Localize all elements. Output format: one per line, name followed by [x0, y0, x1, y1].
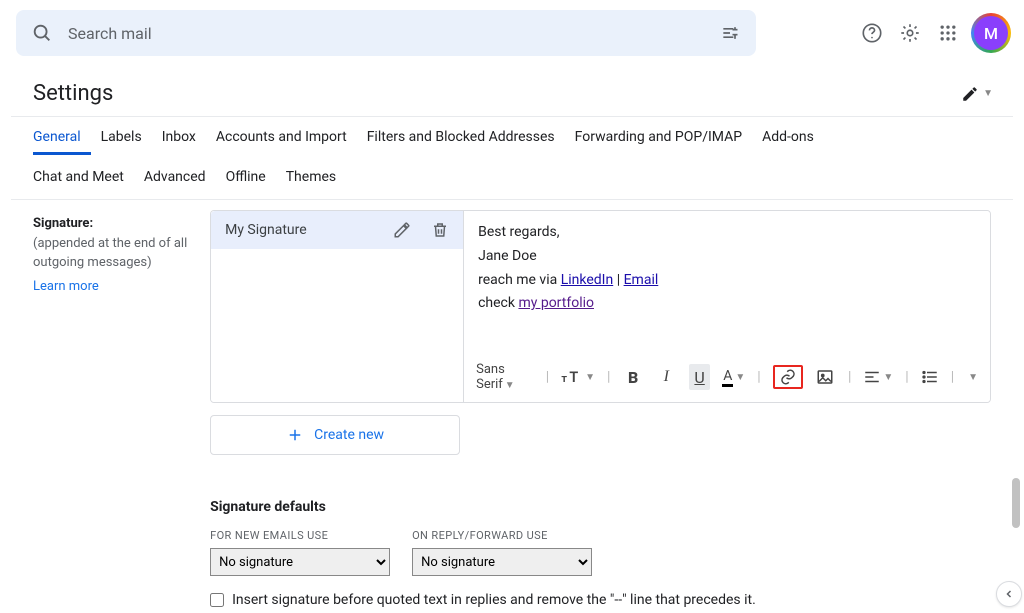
underline-button[interactable]: U — [689, 364, 710, 390]
create-new-label: Create new — [314, 427, 384, 443]
editor-toolbar: Sans Serif▼ | тT▼ | B I U A▼ | — [464, 356, 990, 402]
tab-forwarding-pop-imap[interactable]: Forwarding and POP/IMAP — [565, 117, 752, 155]
signature-right-column: My Signature Best regards, — [210, 210, 991, 608]
email-link[interactable]: Email — [624, 272, 659, 288]
avatar-letter: M — [975, 17, 1007, 49]
signature-section: Signature: (appended at the end of all o… — [11, 200, 1013, 608]
list-button[interactable] — [921, 364, 939, 390]
tab-addons[interactable]: Add-ons — [752, 117, 824, 155]
signature-editor-body[interactable]: Best regards, Jane Doe reach me via Link… — [464, 211, 990, 356]
settings-card: Settings ▼ General Labels Inbox Accounts… — [10, 70, 1014, 609]
tab-chat-meet[interactable]: Chat and Meet — [33, 157, 134, 195]
settings-header: Settings ▼ — [11, 71, 1013, 110]
signature-line-4: check my portfolio — [478, 292, 976, 316]
search-options-icon[interactable] — [718, 21, 742, 45]
signature-list-item[interactable]: My Signature — [211, 211, 463, 249]
link-separator: | — [613, 272, 623, 288]
tab-offline[interactable]: Offline — [216, 157, 276, 195]
scrollbar-thumb[interactable] — [1012, 478, 1020, 528]
insert-before-quoted-label: Insert signature before quoted text in r… — [232, 592, 756, 608]
bold-button[interactable]: B — [622, 364, 643, 390]
defaults-reply-forward: ON REPLY/FORWARD USE No signature — [412, 529, 592, 576]
account-avatar[interactable]: M — [974, 16, 1008, 50]
font-family-select[interactable]: Sans Serif▼ — [476, 362, 534, 392]
insert-before-quoted-checkbox[interactable] — [210, 593, 224, 607]
signature-left-column: Signature: (appended at the end of all o… — [33, 210, 210, 608]
defaults-reply-label: ON REPLY/FORWARD USE — [412, 529, 592, 542]
signature-description: (appended at the end of all outgoing mes… — [33, 235, 210, 273]
help-icon[interactable] — [860, 21, 884, 45]
svg-text:T: T — [570, 369, 579, 385]
tab-filters-blocked[interactable]: Filters and Blocked Addresses — [357, 117, 565, 155]
signature-editor: Best regards, Jane Doe reach me via Link… — [463, 211, 990, 402]
insert-link-button-highlighted[interactable] — [773, 365, 803, 389]
tab-themes[interactable]: Themes — [276, 157, 346, 195]
signature-editor-area: My Signature Best regards, — [210, 210, 991, 403]
portfolio-link[interactable]: my portfolio — [518, 295, 594, 311]
trash-icon[interactable] — [431, 221, 449, 239]
side-panel-expand-button[interactable] — [996, 581, 1022, 607]
more-formatting-icon[interactable]: ▼ — [968, 372, 978, 383]
italic-button[interactable]: I — [656, 364, 677, 390]
signature-list: My Signature — [211, 211, 463, 402]
chevron-down-icon: ▼ — [983, 88, 993, 99]
signature-line-3: reach me via LinkedIn | Email — [478, 269, 976, 293]
page-title: Settings — [33, 81, 113, 106]
signature-line-2: Jane Doe — [478, 245, 976, 269]
linkedin-link[interactable]: LinkedIn — [561, 272, 614, 288]
settings-tabs-row2: Chat and Meet Advanced Offline Themes — [11, 155, 1013, 199]
insert-image-button[interactable] — [815, 364, 836, 390]
tab-labels[interactable]: Labels — [91, 117, 152, 155]
signature-name: My Signature — [225, 222, 307, 238]
top-bar: M — [0, 0, 1024, 66]
search-box[interactable] — [16, 10, 756, 56]
apps-grid-icon[interactable] — [936, 21, 960, 45]
align-button[interactable]: ▼ — [863, 364, 893, 390]
signature-label: Signature: — [33, 216, 210, 231]
edit-pencil-icon[interactable] — [393, 221, 411, 239]
reply-forward-signature-select[interactable]: No signature — [412, 548, 592, 576]
defaults-new-label: FOR NEW EMAILS USE — [210, 529, 390, 542]
learn-more-link[interactable]: Learn more — [33, 279, 99, 294]
defaults-new-emails: FOR NEW EMAILS USE No signature — [210, 529, 390, 576]
search-icon[interactable] — [30, 21, 54, 45]
signature-defaults: Signature defaults FOR NEW EMAILS USE No… — [210, 499, 991, 608]
create-new-signature-button[interactable]: Create new — [210, 415, 460, 455]
defaults-heading: Signature defaults — [210, 499, 991, 515]
tab-general[interactable]: General — [33, 117, 91, 155]
reach-prefix: reach me via — [478, 272, 561, 288]
text-color-button[interactable]: A▼ — [722, 364, 745, 390]
check-prefix: check — [478, 295, 518, 311]
insert-before-quoted-row: Insert signature before quoted text in r… — [210, 592, 991, 608]
tab-accounts-import[interactable]: Accounts and Import — [206, 117, 357, 155]
tab-inbox[interactable]: Inbox — [152, 117, 206, 155]
search-input[interactable] — [68, 24, 704, 43]
new-emails-signature-select[interactable]: No signature — [210, 548, 390, 576]
svg-text:т: т — [562, 372, 568, 385]
tab-advanced[interactable]: Advanced — [134, 157, 216, 195]
font-size-button[interactable]: тT▼ — [561, 364, 595, 390]
settings-tabs-row1: General Labels Inbox Accounts and Import… — [11, 117, 1013, 155]
compose-dropdown[interactable]: ▼ — [961, 85, 993, 103]
settings-gear-icon[interactable] — [898, 21, 922, 45]
signature-line-1: Best regards, — [478, 221, 976, 245]
